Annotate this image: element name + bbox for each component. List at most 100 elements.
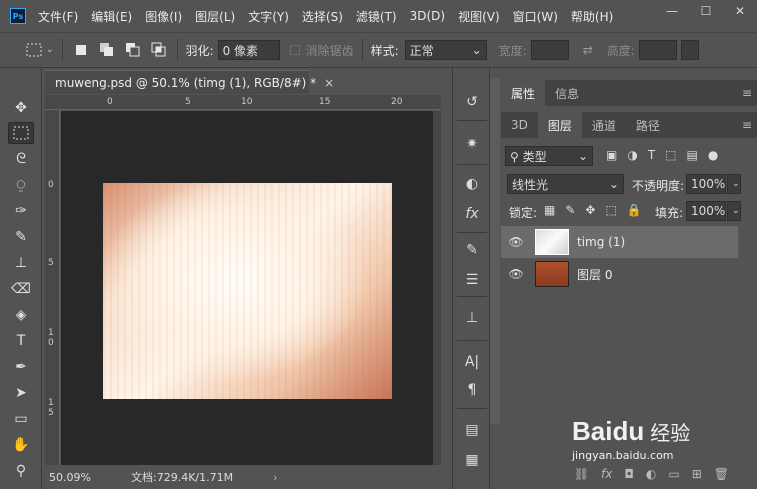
opacity-label: 不透明度: bbox=[632, 179, 685, 193]
tab-properties[interactable]: 属性 bbox=[501, 80, 546, 106]
lock-artboard-icon[interactable]: ⬚ bbox=[605, 203, 616, 217]
notes-icon[interactable]: ▦ bbox=[462, 450, 482, 470]
tab-layers[interactable]: 图层 bbox=[537, 112, 582, 138]
lock-pixels-icon[interactable]: ✎ bbox=[565, 203, 575, 217]
layer-row-timg[interactable]: 👁 timg (1) bbox=[501, 226, 738, 258]
tab-channels[interactable]: 通道 bbox=[582, 112, 626, 138]
pen-tool-icon[interactable]: ✒ bbox=[8, 356, 34, 378]
layer-row-layer0[interactable]: 👁 图层 0 bbox=[501, 258, 738, 290]
menu-help[interactable]: 帮助(H) bbox=[571, 8, 613, 25]
style-select[interactable]: 正常 ⌄ bbox=[404, 40, 487, 60]
maximize-button[interactable]: ☐ bbox=[689, 0, 723, 22]
refine-edge-button[interactable] bbox=[680, 40, 699, 60]
clone-source-icon[interactable]: ⊥ bbox=[462, 308, 482, 328]
brush-presets-icon[interactable]: ✎ bbox=[462, 240, 482, 260]
zoom-level[interactable]: 50.09% bbox=[49, 471, 101, 484]
document-tab[interactable]: muweng.psd @ 50.1% (timg (1), RGB/8#) * … bbox=[45, 70, 334, 94]
layer-style-icon[interactable]: fx bbox=[601, 467, 612, 481]
eraser-icon[interactable]: ⌫ bbox=[8, 278, 34, 300]
adjustments-icon[interactable]: ◐ bbox=[462, 174, 482, 194]
height-input[interactable] bbox=[638, 40, 677, 60]
add-mask-icon[interactable]: ◘ bbox=[624, 467, 634, 481]
panel-scrollbar[interactable] bbox=[490, 78, 500, 424]
rectangular-marquee-icon[interactable] bbox=[8, 122, 34, 144]
width-input[interactable] bbox=[530, 40, 569, 60]
new-adjustment-icon[interactable]: ◐ bbox=[646, 467, 656, 481]
visibility-eye-icon[interactable]: 👁 bbox=[501, 235, 531, 249]
tab-paths[interactable]: 路径 bbox=[626, 112, 670, 138]
menu-type[interactable]: 文字(Y) bbox=[248, 8, 289, 25]
marquee-preset-icon[interactable] bbox=[24, 40, 44, 60]
shape-filter-icon[interactable]: ⬚ bbox=[665, 148, 676, 162]
swap-icon[interactable]: ⇄ bbox=[583, 43, 593, 57]
tab-3d[interactable]: 3D bbox=[501, 112, 538, 138]
chevron-down-icon[interactable]: ⌄ bbox=[46, 45, 54, 55]
lock-position-icon[interactable]: ✥ bbox=[585, 203, 595, 217]
type-tool-icon[interactable]: T bbox=[8, 330, 34, 352]
lock-all-icon[interactable]: 🔒 bbox=[627, 203, 642, 217]
panel-menu-icon[interactable]: ≡ bbox=[737, 112, 757, 138]
style-value: 正常 bbox=[409, 43, 434, 58]
libraries-icon[interactable]: ▤ bbox=[462, 420, 482, 440]
history-icon[interactable]: ↺ bbox=[462, 92, 482, 112]
eyedropper-icon[interactable]: ✑ bbox=[8, 200, 34, 222]
path-selection-icon[interactable]: ➤ bbox=[8, 382, 34, 404]
paint-bucket-icon[interactable]: ◈ bbox=[8, 304, 34, 326]
menu-view[interactable]: 视图(V) bbox=[458, 8, 500, 25]
add-selection-icon[interactable] bbox=[97, 40, 117, 60]
type-filter-icon[interactable]: T bbox=[648, 148, 655, 162]
zoom-tool-icon[interactable]: ⚲ bbox=[8, 460, 34, 482]
menu-layer[interactable]: 图层(L) bbox=[195, 8, 235, 25]
panel-menu-icon[interactable]: ≡ bbox=[737, 80, 757, 106]
search-icon: ⚲ bbox=[510, 149, 519, 164]
layer-filter-select[interactable]: ⚲ 类型 ⌄ bbox=[505, 146, 593, 166]
brush-settings-icon[interactable]: ☰ bbox=[462, 270, 482, 290]
minimize-button[interactable]: — bbox=[655, 0, 689, 22]
quick-selection-icon[interactable]: ⍜ bbox=[8, 174, 34, 196]
menu-3d[interactable]: 3D(D) bbox=[410, 9, 445, 23]
chevron-right-icon[interactable]: › bbox=[273, 471, 277, 484]
menu-edit[interactable]: 编辑(E) bbox=[91, 8, 132, 25]
intersect-selection-icon[interactable] bbox=[149, 40, 169, 60]
menu-bar: Ps 文件(F) 编辑(E) 图像(I) 图层(L) 文字(Y) 选择(S) 滤… bbox=[0, 0, 757, 32]
lock-transparent-icon[interactable]: ▦ bbox=[544, 203, 555, 217]
tab-info[interactable]: 信息 bbox=[545, 80, 589, 106]
navigator-icon[interactable]: ✷ bbox=[462, 134, 482, 154]
clone-stamp-icon[interactable]: ⊥ bbox=[8, 252, 34, 274]
antialias-checkbox[interactable] bbox=[289, 45, 300, 55]
brush-icon[interactable]: ✎ bbox=[8, 226, 34, 248]
close-icon[interactable]: × bbox=[324, 76, 334, 90]
visibility-eye-icon[interactable]: 👁 bbox=[501, 267, 531, 281]
document-image[interactable] bbox=[103, 183, 392, 399]
vertical-scrollbar[interactable] bbox=[433, 111, 441, 465]
subtract-selection-icon[interactable] bbox=[123, 40, 143, 60]
hand-tool-icon[interactable]: ✋ bbox=[8, 434, 34, 456]
move-tool-icon[interactable]: ✥ bbox=[8, 97, 34, 119]
adjustment-filter-icon[interactable]: ◑ bbox=[627, 148, 637, 162]
blend-mode-select[interactable]: 线性光 ⌄ bbox=[507, 174, 624, 194]
opacity-input[interactable]: 100% bbox=[686, 174, 726, 194]
styles-icon[interactable]: fx bbox=[462, 204, 482, 224]
close-button[interactable]: ✕ bbox=[723, 0, 757, 22]
rectangle-shape-icon[interactable]: ▭ bbox=[8, 408, 34, 430]
feather-input[interactable]: 0 像素 bbox=[217, 40, 280, 60]
new-layer-icon[interactable]: ⊞ bbox=[692, 467, 702, 481]
fill-input[interactable]: 100% bbox=[686, 201, 726, 221]
paragraph-icon[interactable]: ¶ bbox=[462, 380, 482, 400]
delete-layer-icon[interactable]: 🗑 bbox=[714, 467, 729, 481]
character-icon[interactable]: A| bbox=[462, 352, 482, 372]
lasso-icon[interactable]: ᘓ bbox=[8, 148, 34, 170]
menu-file[interactable]: 文件(F) bbox=[38, 8, 78, 25]
new-selection-icon[interactable] bbox=[71, 40, 91, 60]
chevron-down-icon[interactable]: ⌄ bbox=[727, 174, 741, 194]
pixel-filter-icon[interactable]: ▣ bbox=[606, 148, 617, 162]
link-layers-icon[interactable]: ⛓ bbox=[574, 467, 589, 481]
filter-toggle-icon[interactable]: ● bbox=[708, 148, 718, 162]
menu-image[interactable]: 图像(I) bbox=[145, 8, 182, 25]
chevron-down-icon[interactable]: ⌄ bbox=[727, 201, 741, 221]
menu-window[interactable]: 窗口(W) bbox=[513, 8, 558, 25]
menu-select[interactable]: 选择(S) bbox=[302, 8, 343, 25]
menu-filter[interactable]: 滤镜(T) bbox=[356, 8, 397, 25]
new-group-icon[interactable]: ▭ bbox=[668, 467, 679, 481]
smart-object-filter-icon[interactable]: ▤ bbox=[687, 148, 698, 162]
